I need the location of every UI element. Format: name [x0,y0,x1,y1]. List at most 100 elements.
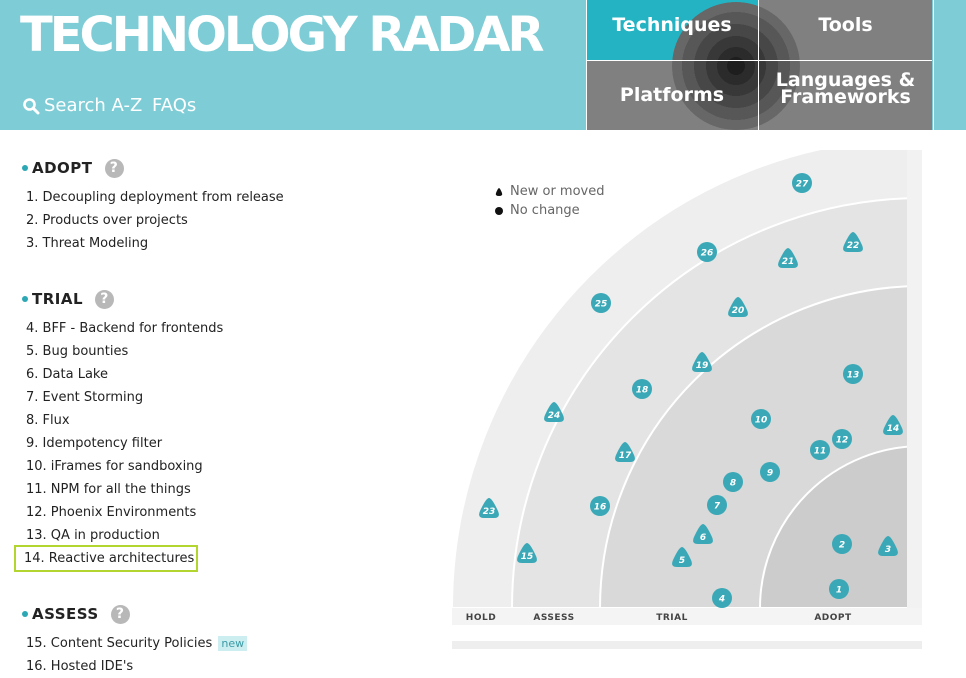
quadrant-platforms-label: Platforms [619,84,725,106]
triangle-icon [495,187,503,196]
help-icon[interactable]: ? [104,158,124,178]
blip-number: 17 [619,451,632,461]
help-icon[interactable]: ? [110,604,130,624]
blip-26[interactable]: 26 [697,242,717,262]
search-a-z-label: Search A-Z [44,95,143,116]
ring-title-assess: ASSESS [32,605,99,623]
blip-number: 26 [701,249,714,259]
blip-number: 10 [755,416,768,426]
legend-no-change-label: No change [510,203,580,218]
blip-16[interactable]: 16 [590,496,610,516]
list-item[interactable]: 11. NPM for all the things [18,478,438,501]
blip-4[interactable]: 4 [712,588,732,608]
blip-27[interactable]: 27 [792,173,812,193]
list-item[interactable]: 2. Products over projects [18,209,438,232]
ring-section-assess: ASSESS ? 15. Content Security Policies n… [18,596,438,678]
blip-list: ADOPT ? 1. Decoupling deployment from re… [14,150,438,678]
blip-number: 18 [636,386,649,396]
legend-new-or-moved: New or moved [494,182,604,201]
list-item[interactable]: 4. BFF - Backend for frontends [18,317,438,340]
blip-number: 8 [730,479,736,489]
faqs-label: FAQs [152,95,197,116]
blip-18[interactable]: 18 [632,379,652,399]
list-item[interactable]: 5. Bug bounties [18,340,438,363]
blip-number: 19 [696,361,709,371]
blip-11[interactable]: 11 [810,440,830,460]
blip-number: 1 [836,586,842,596]
blip-number: 27 [796,180,809,190]
blip-number: 11 [814,447,827,457]
site-title[interactable]: TECHNOLOGY RADAR [20,6,544,64]
ring-title-adopt: ADOPT [32,159,93,177]
bullet-icon [22,165,28,171]
blip-2[interactable]: 2 [832,534,852,554]
blip-number: 14 [887,424,900,434]
list-item[interactable]: 7. Event Storming [18,386,438,409]
quadrant-tools-label: Tools [818,13,873,36]
search-a-z-link[interactable]: Search A-Z [22,95,142,116]
legend-new-or-moved-label: New or moved [510,184,605,199]
quadrant-languages-line2: Frameworks [780,85,911,108]
legend-no-change: No change [494,201,604,220]
list-item-highlighted[interactable]: 14. Reactive architectures [14,545,198,572]
blip-number: 6 [700,533,706,543]
help-icon[interactable]: ? [95,289,115,309]
blip-number: 15 [521,552,534,562]
blip-9[interactable]: 9 [760,462,780,482]
list-item[interactable]: 3. Threat Modeling [18,232,438,255]
blip-number: 22 [847,241,860,251]
bullet-icon [22,296,28,302]
radar-legend: New or moved No change [494,182,604,220]
list-item[interactable]: 6. Data Lake [18,363,438,386]
radar-footer-bar [452,641,922,649]
ring-heading-assess: ASSESS ? [18,596,438,632]
blip-number: 12 [836,436,849,446]
ring-title-trial: TRIAL [32,290,84,308]
list-item[interactable]: 13. QA in production [18,524,438,547]
blip-number: 24 [548,411,561,421]
list-item[interactable]: 1. Decoupling deployment from release [18,186,438,209]
ring-label-hold: HOLD [466,613,496,623]
list-item[interactable]: 15. Content Security Policies new [18,632,438,655]
bullet-icon [22,611,28,617]
blip-number: 2 [839,541,845,551]
quadrant-techniques-label: Techniques [612,13,732,36]
ring-label-adopt: ADOPT [814,613,852,623]
blip-number: 21 [782,257,795,267]
blip-1[interactable]: 1 [829,579,849,599]
blip-number: 20 [732,306,745,316]
list-item[interactable]: 8. Flux [18,409,438,432]
ring-label-assess: ASSESS [533,613,574,623]
search-icon [23,97,40,114]
blip-8[interactable]: 8 [723,472,743,492]
blip-number: 9 [767,469,773,479]
blip-number: 25 [595,300,608,310]
list-item[interactable]: 16. Hosted IDE's [18,655,438,678]
quadrant-languages-frameworks[interactable]: Languages & Frameworks [759,61,932,130]
site-header: TECHNOLOGY RADAR Search A-Z FAQs Techniq… [0,0,966,130]
blip-number: 5 [679,556,685,566]
blip-10[interactable]: 10 [751,409,771,429]
list-item[interactable]: 12. Phoenix Environments [18,501,438,524]
blip-number: 3 [885,545,891,555]
quadrant-divider-horizontal [586,60,932,61]
quadrant-divider-vertical [758,0,759,130]
blip-number: 16 [594,503,607,513]
blip-number: 7 [714,502,721,512]
quadrant-languages-label: Languages & Frameworks [776,70,915,108]
blip-number: 23 [483,507,496,517]
list-item[interactable]: 10. iFrames for sandboxing [18,455,438,478]
blip-12[interactable]: 12 [832,429,852,449]
list-item[interactable]: 9. Idempotency filter [18,432,438,455]
blip-number: 4 [718,595,725,605]
blip-number: 13 [847,371,860,381]
circle-icon [495,206,503,215]
ring-label-trial: TRIAL [656,613,688,623]
ring-heading-trial: TRIAL ? [18,281,438,317]
ring-heading-adopt: ADOPT ? [18,150,438,186]
blip-25[interactable]: 25 [591,293,611,313]
blip-13[interactable]: 13 [843,364,863,384]
radar-edge [907,150,922,625]
blip-7[interactable]: 7 [707,495,727,515]
faqs-link[interactable]: FAQs [152,95,196,116]
